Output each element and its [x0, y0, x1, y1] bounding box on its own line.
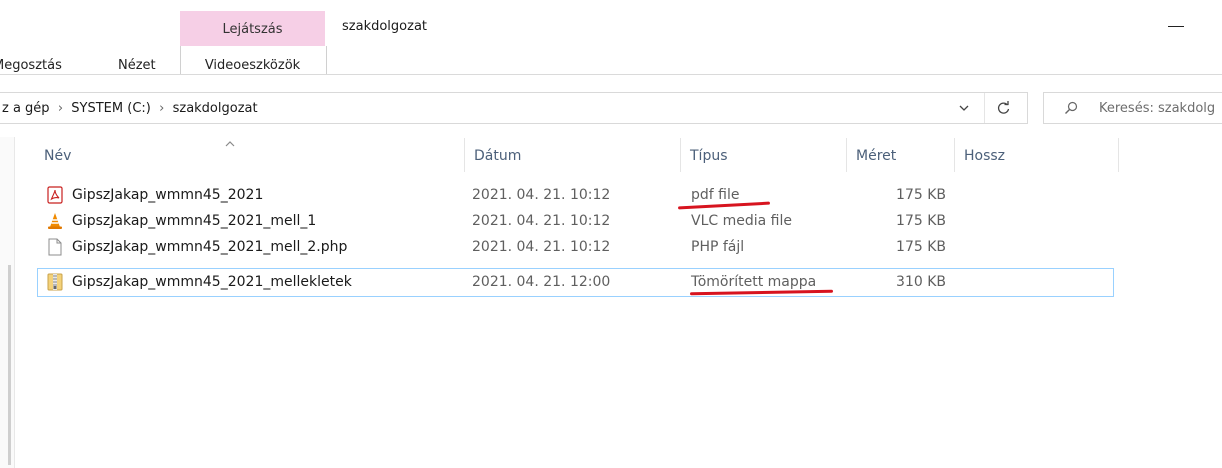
file-date: 2021. 04. 21. 10:12: [472, 187, 611, 203]
refresh-icon[interactable]: [996, 100, 1012, 116]
file-type: VLC media file: [691, 213, 792, 229]
tab-view[interactable]: Nézet: [118, 58, 156, 73]
search-icon: [1063, 100, 1079, 116]
window-title: szakdolgozat: [342, 19, 428, 34]
column-header-length[interactable]: Hossz: [964, 148, 1005, 164]
column-divider[interactable]: [846, 138, 847, 172]
breadcrumb-this-pc[interactable]: z a gép: [2, 101, 50, 116]
file-size: 175 KB: [896, 213, 946, 229]
pdf-icon: [47, 186, 63, 204]
file-name: GipszJakap_wmmn45_2021_mell_2.php: [72, 239, 348, 255]
file-date: 2021. 04. 21. 12:00: [472, 274, 611, 290]
file-name: GipszJakap_wmmn45_2021: [72, 187, 264, 203]
file-size: 310 KB: [896, 274, 946, 290]
file-name: GipszJakap_wmmn45_2021_mell_1: [72, 213, 317, 229]
blank-file-icon: [47, 238, 63, 256]
file-type: pdf file: [691, 187, 740, 203]
breadcrumb-separator[interactable]: ›: [159, 101, 164, 116]
vlc-cone-icon: [47, 212, 63, 230]
column-divider[interactable]: [464, 138, 465, 172]
context-tab-label: Lejátszás: [222, 22, 283, 37]
tab-share-label: Megosztás: [0, 58, 62, 73]
ribbon-divider: [0, 74, 1222, 75]
file-type: PHP fájl: [691, 239, 745, 255]
column-divider[interactable]: [1118, 138, 1119, 172]
search-placeholder: Keresés: szakdolg: [1099, 101, 1216, 116]
column-header-size[interactable]: Méret: [856, 148, 896, 164]
file-size: 175 KB: [896, 239, 946, 255]
column-divider[interactable]: [954, 138, 955, 172]
tab-share[interactable]: Megosztás: [0, 58, 62, 73]
file-name: GipszJakap_wmmn45_2021_mellekletek: [72, 274, 352, 290]
sort-ascending-icon: [224, 136, 236, 147]
column-divider[interactable]: [680, 138, 681, 172]
breadcrumb: z a gép › SYSTEM (C:) › szakdolgozat: [2, 101, 258, 116]
file-date: 2021. 04. 21. 10:12: [472, 239, 611, 255]
zip-folder-icon: [47, 273, 63, 291]
address-divider: [984, 93, 985, 123]
breadcrumb-current-folder[interactable]: szakdolgozat: [173, 101, 258, 116]
file-date: 2021. 04. 21. 10:12: [472, 213, 611, 229]
column-header-date[interactable]: Dátum: [474, 148, 521, 164]
tab-video-tools-label: Videoeszközök: [204, 58, 301, 73]
file-type: Tömörített mappa: [691, 274, 817, 290]
breadcrumb-system-drive[interactable]: SYSTEM (C:): [71, 101, 151, 116]
minimize-button[interactable]: [1168, 26, 1184, 27]
file-size: 175 KB: [896, 187, 946, 203]
column-header-name[interactable]: Név: [44, 148, 71, 164]
navigation-scrollbar[interactable]: [8, 265, 11, 465]
column-header-type[interactable]: Típus: [690, 148, 728, 164]
chevron-down-icon[interactable]: [956, 100, 972, 116]
breadcrumb-separator[interactable]: ›: [58, 101, 63, 116]
